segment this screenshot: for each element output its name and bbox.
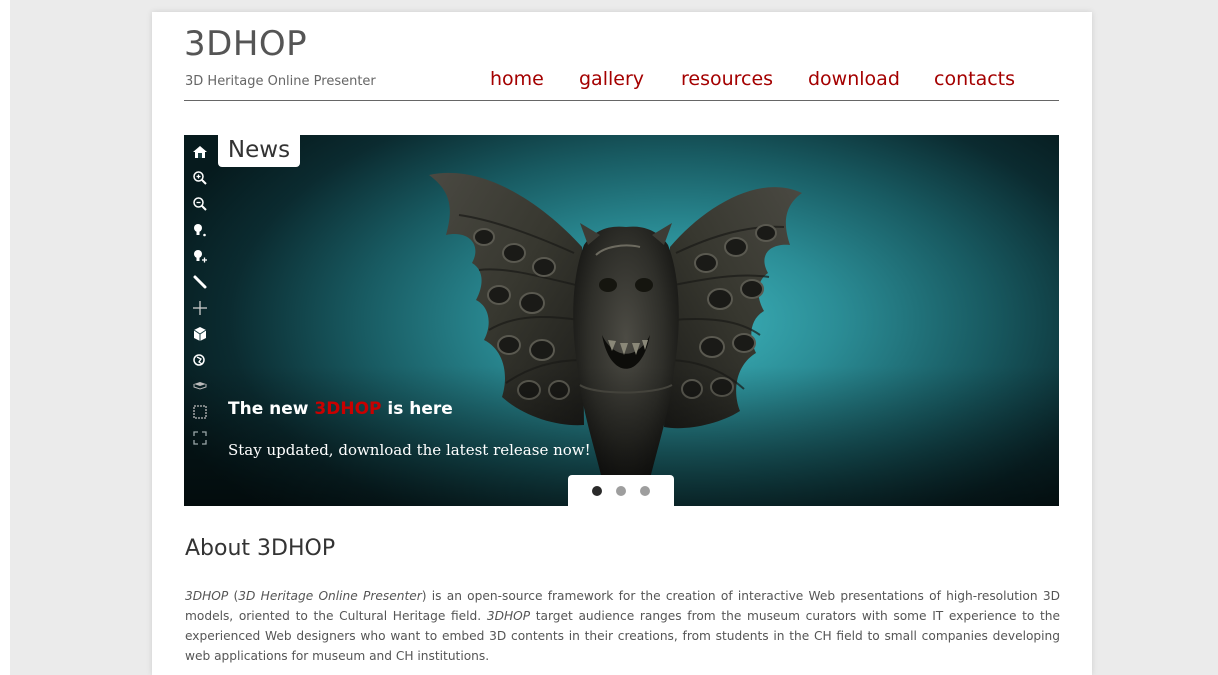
about-title: About 3DHOP — [185, 536, 336, 561]
light-icon[interactable] — [187, 217, 213, 243]
home-icon[interactable] — [187, 139, 213, 165]
fullscreen-icon[interactable] — [187, 425, 213, 451]
about-p1: 3DHOP — [185, 589, 229, 603]
nav-gallery[interactable]: gallery — [579, 68, 644, 90]
carousel-dots — [568, 475, 674, 506]
slide-title: The new 3DHOP is here — [228, 399, 453, 419]
nav-contacts[interactable]: contacts — [934, 68, 1015, 90]
measure-icon[interactable] — [187, 269, 213, 295]
nav-download[interactable]: download — [808, 68, 900, 90]
zoom-in-icon[interactable] — [187, 165, 213, 191]
content-panel: 3DHOP 3D Heritage Online Presenter home … — [152, 12, 1092, 675]
slide-title-prefix: The new — [228, 399, 315, 419]
about-paragraph: 3DHOP (3D Heritage Online Presenter) is … — [185, 586, 1060, 666]
about-p3: 3D Heritage Online Presenter — [238, 589, 422, 603]
slide-title-highlight: 3DHOP — [314, 399, 382, 419]
cube-icon[interactable] — [187, 321, 213, 347]
hand-icon[interactable] — [187, 347, 213, 373]
viewer-toolbar — [187, 139, 213, 451]
pick-point-icon[interactable] — [187, 295, 213, 321]
left-strip — [0, 0, 10, 675]
carousel-dot-2[interactable] — [616, 485, 626, 496]
nav-resources[interactable]: resources — [681, 68, 773, 90]
page: 3DHOP 3D Heritage Online Presenter home … — [0, 0, 1218, 675]
slide-title-suffix: is here — [381, 399, 453, 419]
light-plus-icon[interactable] — [187, 243, 213, 269]
header-divider — [184, 100, 1059, 101]
about-p5: 3DHOP — [486, 609, 531, 623]
main-nav: home gallery resources download contacts — [152, 68, 1092, 94]
slide-subtitle: Stay updated, download the latest releas… — [228, 441, 591, 459]
site-logo[interactable]: 3DHOP — [184, 24, 307, 64]
selection-icon[interactable] — [187, 399, 213, 425]
carousel-dot-3[interactable] — [640, 485, 650, 496]
plane-section-icon[interactable] — [187, 373, 213, 399]
nav-home[interactable]: home — [490, 68, 544, 90]
viewer-3d[interactable]: News The new 3DHOP is here Stay updated,… — [184, 135, 1059, 506]
about-p2: ( — [228, 589, 239, 603]
news-tab[interactable]: News — [218, 135, 300, 167]
carousel-dot-1[interactable] — [592, 485, 602, 496]
zoom-out-icon[interactable] — [187, 191, 213, 217]
